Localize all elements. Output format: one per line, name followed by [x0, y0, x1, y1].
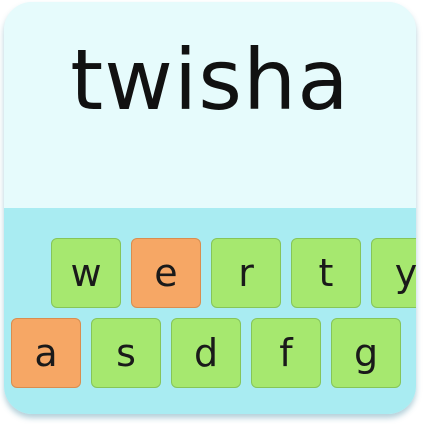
key-w[interactable]: w: [51, 238, 121, 308]
key-a[interactable]: a: [11, 318, 81, 388]
word-panel: twisha: [4, 2, 416, 208]
key-d[interactable]: d: [171, 318, 241, 388]
word-text: twisha: [70, 31, 350, 129]
key-e[interactable]: e: [131, 238, 201, 308]
key-y[interactable]: y: [371, 238, 416, 308]
app-icon[interactable]: twisha w e r t y a s d f g: [4, 2, 416, 414]
key-s[interactable]: s: [91, 318, 161, 388]
key-t[interactable]: t: [291, 238, 361, 308]
key-g[interactable]: g: [331, 318, 401, 388]
keyboard: w e r t y a s d f g: [4, 208, 416, 414]
key-f[interactable]: f: [251, 318, 321, 388]
key-r[interactable]: r: [211, 238, 281, 308]
